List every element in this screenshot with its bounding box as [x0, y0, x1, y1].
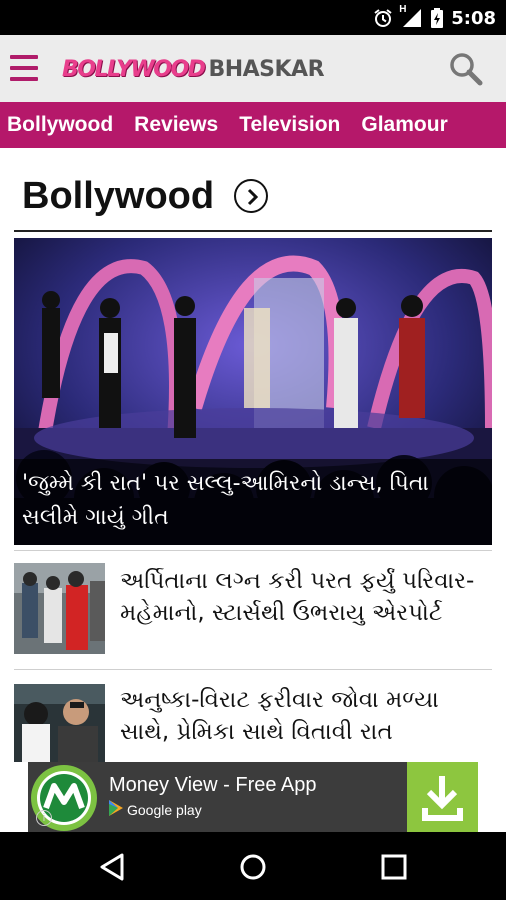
app-header: BOLLYWOOD BHASKAR: [0, 35, 506, 102]
status-bar: H 5:08: [0, 0, 506, 35]
divider: [14, 550, 492, 551]
recents-icon[interactable]: [377, 850, 411, 884]
ad-banner[interactable]: i Money View - Free App Google play: [28, 762, 478, 832]
tab-television[interactable]: Television: [231, 113, 353, 137]
hero-story[interactable]: 'જુમ્મે કી રાત' પર સલ્લુ-આમિરનો ડાન્સ, પ…: [14, 238, 492, 545]
play-store-icon: [109, 800, 123, 819]
section-divider: [14, 230, 492, 232]
hero-caption: 'જુમ્મે કી રાત' પર સલ્લુ-આમિરનો ડાન્સ, પ…: [14, 459, 492, 545]
list-item[interactable]: અનુષ્કા-વિરાટ ફરીવાર જોવા મળ્યા સાથે, પ્…: [14, 684, 492, 762]
back-icon[interactable]: [96, 850, 130, 884]
category-tabs: Bollywood Reviews Television Glamour: [0, 102, 506, 148]
article-thumbnail: [14, 684, 105, 762]
logo-bollywood: BOLLYWOOD: [62, 56, 206, 82]
ad-title: Money View - Free App: [109, 774, 317, 796]
battery-icon: [431, 8, 444, 28]
navigation-bar: [0, 832, 506, 900]
list-item[interactable]: અર્પિતાના લગ્ન કરી પરત ફર્યું પરિવાર-મહે…: [14, 563, 492, 658]
signal-icon: H: [399, 4, 423, 28]
section-title: Bollywood: [22, 175, 215, 217]
chevron-right-circle-icon[interactable]: [234, 179, 268, 213]
app-logo: BOLLYWOOD BHASKAR: [62, 53, 325, 85]
article-headline: અનુષ્કા-વિરાટ ફરીવાર જોવા મળ્યા સાથે, પ્…: [120, 687, 439, 745]
tab-glamour[interactable]: Glamour: [353, 113, 460, 137]
alarm-icon: [373, 8, 393, 28]
article-headline: અર્પિતાના લગ્ન કરી પરત ફર્યું પરિવાર-મહે…: [120, 568, 475, 626]
clock-time: 5:08: [451, 7, 496, 29]
search-icon[interactable]: [448, 51, 484, 87]
download-icon[interactable]: [407, 762, 478, 832]
divider: [14, 669, 492, 670]
google-play-badge: Google play: [109, 800, 202, 819]
store-label: Google play: [127, 801, 202, 818]
home-icon[interactable]: [236, 850, 270, 884]
ad-info-icon[interactable]: i: [36, 810, 52, 826]
network-type-label: H: [399, 4, 407, 15]
tab-bollywood[interactable]: Bollywood: [0, 113, 126, 137]
logo-bhaskar: BHASKAR: [208, 56, 325, 82]
article-thumbnail: [14, 563, 105, 654]
tab-reviews[interactable]: Reviews: [126, 113, 231, 137]
hamburger-icon[interactable]: [10, 55, 38, 81]
